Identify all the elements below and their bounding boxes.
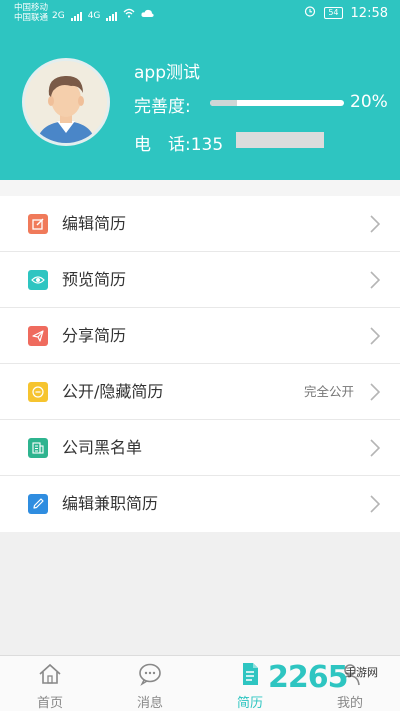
menu-item-preview-resume[interactable]: 预览简历 — [0, 252, 400, 308]
pencil-icon — [28, 494, 48, 514]
status-right: 54 12:58 — [304, 5, 388, 21]
phone-row: 电 话:135 — [134, 130, 223, 155]
send-icon — [28, 326, 48, 346]
phone-label: 电 话: — [134, 135, 191, 155]
avatar[interactable] — [22, 58, 110, 146]
watermark-logo: 2265 — [268, 660, 348, 695]
phone-redaction — [236, 132, 324, 148]
resume-menu: 编辑简历 预览简历 分享简历 公开/隐藏简历 完全公开 公司黑名单 编辑兼职简历 — [0, 196, 400, 532]
clock: 12:58 — [350, 5, 388, 21]
chevron-right-icon — [370, 439, 380, 457]
menu-item-edit-resume[interactable]: 编辑简历 — [0, 196, 400, 252]
building-icon — [28, 438, 48, 458]
status-bar: 中国移动 中国联通 2G 4G 54 12:58 — [0, 0, 400, 28]
menu-item-company-blacklist[interactable]: 公司黑名单 — [0, 420, 400, 476]
tab-messages[interactable]: 消息 — [100, 656, 200, 711]
tab-home[interactable]: 首页 — [0, 656, 100, 711]
chevron-right-icon — [370, 383, 380, 401]
completeness-label: 完善度: — [134, 97, 191, 117]
tab-label: 消息 — [136, 696, 163, 711]
avatar-illustration — [25, 61, 107, 143]
battery-icon: 54 — [324, 7, 343, 19]
menu-item-label: 公开/隐藏简历 — [62, 382, 164, 401]
home-icon — [39, 663, 61, 684]
cloud-icon — [141, 9, 155, 21]
chevron-right-icon — [370, 215, 380, 233]
edit-icon — [28, 214, 48, 234]
resume-icon — [243, 663, 258, 685]
menu-item-label: 编辑兼职简历 — [62, 494, 159, 513]
menu-item-visibility[interactable]: 公开/隐藏简历 完全公开 — [0, 364, 400, 420]
message-icon — [139, 663, 161, 686]
tab-label: 首页 — [36, 696, 63, 711]
visibility-status: 完全公开 — [303, 384, 354, 399]
menu-item-label: 编辑简历 — [62, 214, 127, 233]
eye-icon — [28, 270, 48, 290]
public-icon — [28, 382, 48, 402]
net-type-1: 2G — [52, 11, 65, 21]
carrier-2: 中国联通 — [14, 13, 49, 23]
completeness-value: 20% — [350, 92, 388, 112]
carrier-1: 中国移动 — [14, 3, 49, 13]
section-divider — [0, 180, 400, 196]
alarm-icon — [304, 5, 316, 21]
chevron-right-icon — [370, 327, 380, 345]
wifi-icon — [123, 8, 135, 21]
phone-value: 135 — [190, 135, 224, 155]
menu-item-edit-parttime-resume[interactable]: 编辑兼职简历 — [0, 476, 400, 532]
carrier-info: 中国移动 中国联通 — [14, 3, 48, 23]
username: app测试 — [134, 63, 200, 83]
menu-item-label: 公司黑名单 — [62, 438, 143, 457]
menu-item-share-resume[interactable]: 分享简历 — [0, 308, 400, 364]
signal-icon — [106, 11, 118, 21]
chevron-right-icon — [370, 495, 380, 513]
chevron-right-icon — [370, 271, 380, 289]
menu-item-label: 分享简历 — [62, 326, 127, 345]
completeness-bar — [210, 100, 344, 106]
signal-icon — [70, 11, 82, 21]
watermark-subtitle: 手游网 — [345, 666, 378, 679]
menu-item-label: 预览简历 — [62, 270, 127, 289]
signal-group: 2G 4G — [52, 8, 155, 21]
net-type-2: 4G — [87, 11, 101, 21]
completeness-bar-fill — [210, 100, 237, 106]
profile-header: app测试 完善度: 20% 电 话:135 — [0, 28, 400, 180]
